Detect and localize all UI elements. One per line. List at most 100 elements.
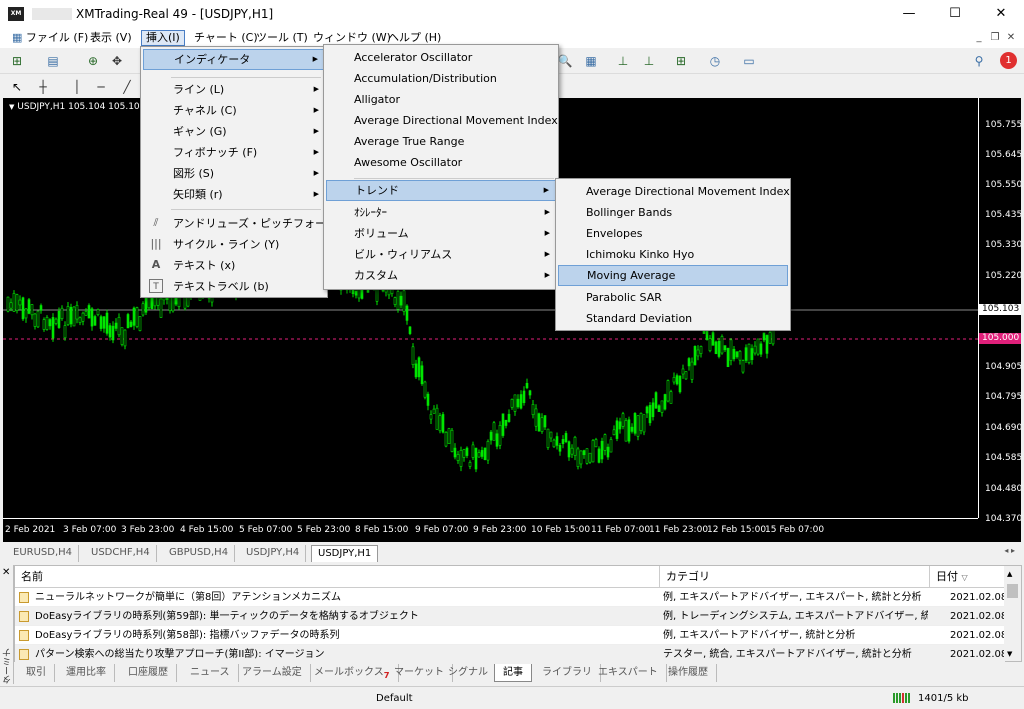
notification-badge[interactable]: 1 [1000, 52, 1017, 69]
market-watch-icon[interactable]: ⊕ [84, 52, 102, 70]
maximize-button[interactable]: ☐ [932, 0, 978, 28]
menu-average-true-range[interactable]: Average True Range [326, 131, 556, 152]
crosshair-move-icon[interactable]: ✥ [108, 52, 126, 70]
chart-tab-usdchf-h4[interactable]: USDCHF,H4 [85, 545, 157, 562]
terminal-scrollbar[interactable]: ▲ ▼ [1004, 566, 1021, 661]
chart-tab-usdjpy-h1[interactable]: USDJPY,H1 [311, 545, 379, 562]
time-tick-label: 3 Feb 23:00 [121, 525, 175, 535]
terminal-close-icon[interactable]: ✕ [2, 567, 10, 578]
submenu-arrow-icon: ▶ [313, 127, 319, 135]
tab-experts[interactable]: エキスパート [590, 664, 667, 682]
menu-standard-deviation[interactable]: Standard Deviation [558, 308, 788, 329]
tile-windows-icon[interactable]: ▦ [582, 52, 600, 70]
menu-lines[interactable]: ライン (L) ▶ [143, 79, 325, 100]
menu-envelopes[interactable]: Envelopes [558, 223, 788, 244]
chart-tab-usdjpy-h4[interactable]: USDJPY,H4 [240, 545, 307, 562]
tab-trade[interactable]: 取引 [18, 664, 55, 682]
tab-exposure[interactable]: 運用比率 [58, 664, 115, 682]
col-header-name[interactable]: 名前 [15, 566, 660, 588]
menu-text[interactable]: A テキスト (x) [143, 255, 325, 276]
menu-bill-williams[interactable]: ビル・ウィリアムス ▶ [326, 244, 556, 265]
scroll-up-icon[interactable]: ▲ [1007, 570, 1012, 578]
menu-custom[interactable]: カスタム ▶ [326, 265, 556, 286]
new-chart-icon[interactable]: ⊞ [8, 52, 26, 70]
trendline-icon[interactable]: ╱ [118, 78, 136, 96]
crosshair-icon[interactable]: ┼ [34, 78, 52, 96]
table-row[interactable]: DoEasyライブラリの時系列(第58部): 指標バッファデータの時系列 例, … [15, 626, 1007, 645]
candle-body [48, 319, 52, 327]
menu-andrews-pitchfork[interactable]: ⫽ アンドリューズ・ピッチフォーク (A) [143, 213, 357, 234]
connection-bars-svg [893, 693, 910, 703]
vertical-line-icon[interactable]: │ [68, 78, 86, 96]
menu-fibonacci[interactable]: フィボナッチ (F) ▶ [143, 142, 325, 163]
menu-trend-label: トレンド [355, 184, 399, 197]
menu-accumulation-distribution[interactable]: Accumulation/Distribution [326, 68, 556, 89]
menu-volumes[interactable]: ボリューム ▶ [326, 223, 556, 244]
candle-body [39, 305, 43, 311]
col-header-date[interactable]: 日付 ▽ [930, 566, 1005, 588]
cursor-icon[interactable]: ↖ [8, 78, 26, 96]
candle-body [159, 298, 163, 318]
indicators-list-icon[interactable]: ⊞ [672, 52, 690, 70]
tab-mailbox[interactable]: メールボックス7 [306, 664, 399, 682]
menu-gann[interactable]: ギャン (G) ▶ [143, 121, 325, 142]
chart-tab-eurusd-h4[interactable]: EURUSD,H4 [7, 545, 80, 562]
menu-indicators[interactable]: インディケータ ▶ [143, 49, 325, 70]
profiles-icon[interactable]: ▤ [44, 52, 62, 70]
timeframe-icon[interactable]: ◷ [706, 52, 724, 70]
autoscroll-icon[interactable]: ⊥ [640, 52, 658, 70]
table-row[interactable]: ニューラルネットワークが簡単に（第8回）アテンションメカニズム 例, エキスパー… [15, 588, 1007, 607]
candle-body [696, 349, 700, 357]
tab-news[interactable]: ニュース [182, 664, 239, 682]
tab-signals[interactable]: シグナル [440, 664, 497, 682]
menu-parabolic-sar[interactable]: Parabolic SAR [558, 287, 788, 308]
candle-body [678, 375, 682, 393]
period-sep-icon[interactable]: ⊥ [614, 52, 632, 70]
scroll-thumb[interactable] [1007, 584, 1018, 598]
menu-oscillators[interactable]: ｵｼﾚｰﾀｰ ▶ [326, 202, 556, 223]
tab-scroll-icon[interactable]: ◂ ▸ [1004, 546, 1015, 555]
menu-arrows[interactable]: 矢印類 (r) ▶ [143, 184, 325, 205]
menu-ichimoku[interactable]: Ichimoku Kinko Hyo [558, 244, 788, 265]
minimize-button[interactable]: — [886, 0, 932, 28]
price-tick-label: 104.905 [985, 362, 1021, 372]
close-button[interactable]: ✕ [978, 0, 1024, 28]
menu-file[interactable]: ▦ ファイル (F) [8, 30, 92, 46]
table-row[interactable]: DoEasyライブラリの時系列(第59部): 単一ティックのデータを格納するオブ… [15, 607, 1007, 626]
templates-icon[interactable]: ▭ [740, 52, 758, 70]
menu-text-label[interactable]: T テキストラベル (b) [143, 276, 325, 297]
candle-body [645, 406, 649, 414]
col-header-category[interactable]: カテゴリ [660, 566, 930, 588]
candle-body [630, 426, 634, 432]
redacted-account [32, 8, 72, 20]
mdi-minimize-icon[interactable]: _ [972, 31, 986, 45]
menu-bollinger-bands[interactable]: Bollinger Bands [558, 202, 788, 223]
menu-channels[interactable]: チャネル (C) ▶ [143, 100, 325, 121]
tab-history[interactable]: 口座履歴 [120, 664, 177, 682]
menu-cycle-lines[interactable]: ||| サイクル・ライン (Y) [143, 234, 325, 255]
menu-alligator[interactable]: Alligator [326, 89, 556, 110]
mdi-restore-icon[interactable]: ❐ [988, 31, 1002, 45]
tab-articles[interactable]: 記事 [494, 664, 532, 682]
tab-journal[interactable]: 操作履歴 [660, 664, 717, 682]
menu-shapes[interactable]: 図形 (S) ▶ [143, 163, 325, 184]
menu-insert[interactable]: 挿入(I) [141, 30, 185, 46]
search-icon[interactable]: ⚲ [970, 52, 988, 70]
tab-alerts[interactable]: アラーム設定 [234, 664, 311, 682]
menu-chart[interactable]: チャート (C) [190, 30, 262, 46]
scroll-down-icon[interactable]: ▼ [1007, 650, 1012, 658]
submenu-arrow-icon: ▶ [543, 186, 549, 194]
menu-tools[interactable]: ツール (T) [252, 30, 312, 46]
menu-admi[interactable]: Average Directional Movement Index [326, 110, 558, 131]
menu-view[interactable]: 表示 (V) [86, 30, 136, 46]
mdi-close-icon[interactable]: ✕ [1004, 31, 1018, 45]
menu-awesome-oscillator[interactable]: Awesome Oscillator [326, 152, 556, 173]
horizontal-line-icon[interactable]: ─ [92, 78, 110, 96]
menu-moving-average[interactable]: Moving Average [558, 265, 788, 286]
menu-trend-admi[interactable]: Average Directional Movement Index [558, 181, 790, 202]
time-axis[interactable]: 2 Feb 2021 3 Feb 07:00 3 Feb 23:00 4 Feb 15… [3, 518, 978, 542]
time-tick-label: 12 Feb 15:00 [707, 525, 767, 535]
menu-accelerator-oscillator[interactable]: Accelerator Oscillator [326, 47, 556, 68]
menu-trend[interactable]: トレンド ▶ [326, 180, 556, 201]
chart-tab-gbpusd-h4[interactable]: GBPUSD,H4 [163, 545, 236, 562]
